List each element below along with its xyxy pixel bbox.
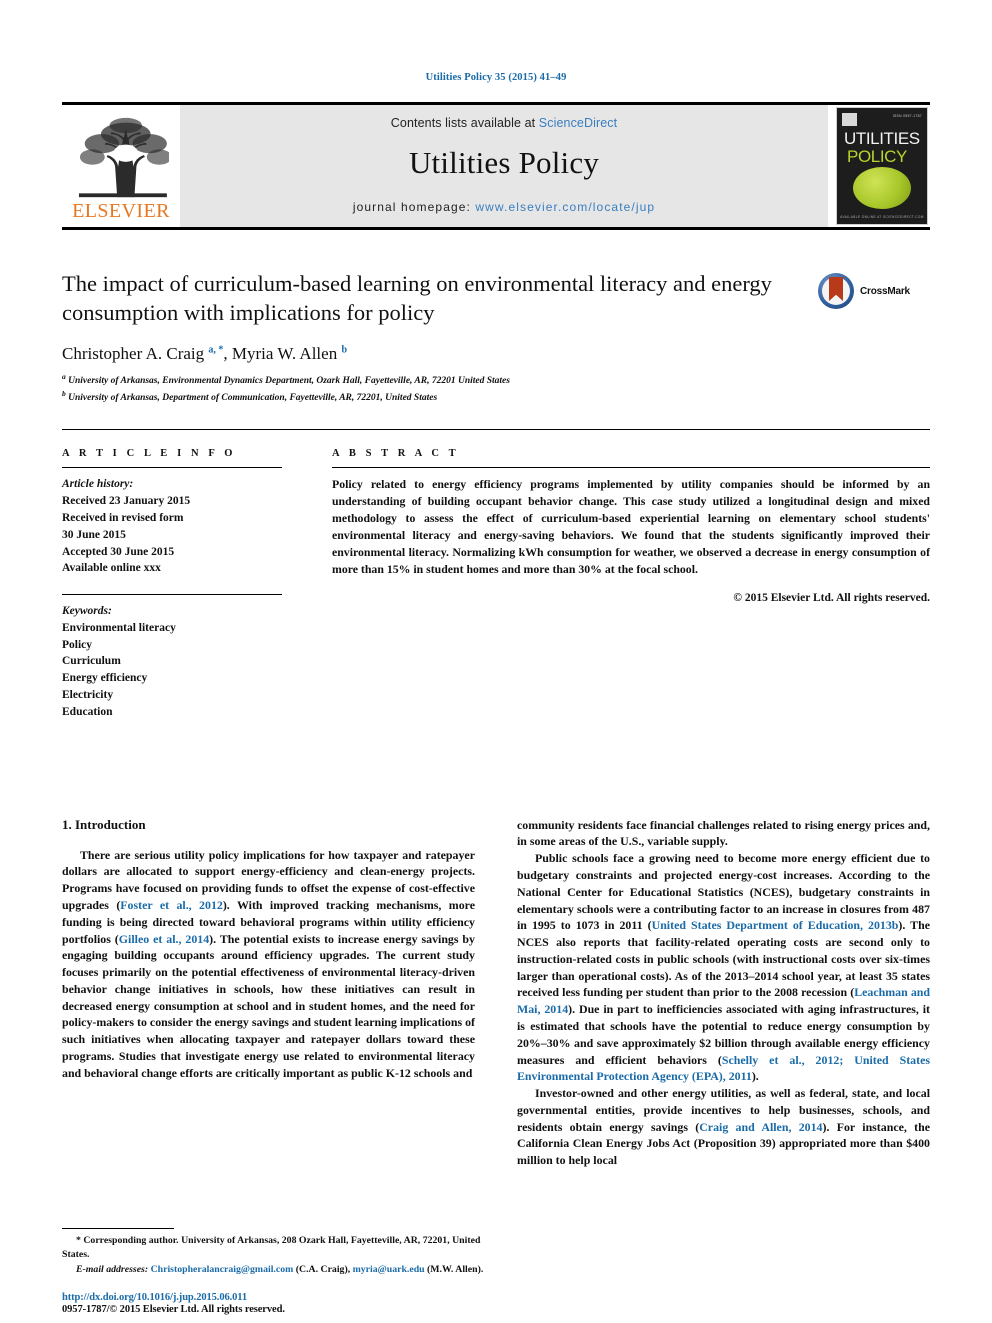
email-owner-2: (M.W. Allen). xyxy=(424,1263,484,1275)
citation-link[interactable]: Craig and Allen, 2014 xyxy=(699,1120,822,1134)
keywords-block: Keywords: Environmental literacy Policy … xyxy=(62,603,282,720)
cover-title-line-1: UTILITIES xyxy=(844,129,920,148)
corresponding-author-note: * Corresponding author. University of Ar… xyxy=(62,1234,492,1263)
page-title: The impact of curriculum-based learning … xyxy=(62,271,772,325)
cover-sphere-graphic xyxy=(853,167,911,209)
corresponding-text: Corresponding author. University of Arka… xyxy=(62,1234,481,1261)
elsevier-logo: ELSEVIER xyxy=(62,105,180,227)
author-list: Christopher A. Craig a, *, Myria W. Alle… xyxy=(62,343,348,363)
elsevier-wordmark: ELSEVIER xyxy=(72,200,170,222)
info-abstract-row: A R T I C L E I N F O Article history: R… xyxy=(62,448,930,720)
doi-link[interactable]: http://dx.doi.org/10.1016/j.jup.2015.06.… xyxy=(62,1292,492,1303)
journal-homepage-line: journal homepage: www.elsevier.com/locat… xyxy=(353,200,655,214)
citation-link[interactable]: Foster et al., 2012 xyxy=(120,898,223,912)
email-owner-1: (C.A. Craig), xyxy=(293,1263,353,1275)
affiliation-list: a University of Arkansas, Environmental … xyxy=(62,372,810,406)
email-link-1[interactable]: Christopheralancraig@gmail.com xyxy=(151,1264,294,1275)
paragraph-right-2: Public schools face a growing need to be… xyxy=(517,850,930,1085)
history-item: Available online xxx xyxy=(62,562,161,575)
journal-title: Utilities Policy xyxy=(408,145,600,180)
footnote-rule xyxy=(62,1227,174,1229)
citation-link[interactable]: Gilleo et al., 2014 xyxy=(119,932,209,946)
paragraph-right-3: Investor-owned and other energy utilitie… xyxy=(517,1085,930,1169)
crossmark-label: CrossMark xyxy=(860,285,910,297)
affiliation-b: b University of Arkansas, Department of … xyxy=(62,388,438,403)
section-heading-introduction: 1. Introduction xyxy=(62,816,146,832)
article-info-rule xyxy=(62,467,282,469)
keyword-item: Curriculum xyxy=(62,655,121,668)
footnote-block: * Corresponding author. University of Ar… xyxy=(62,1227,492,1277)
email-link-2[interactable]: myria@uark.edu xyxy=(353,1264,425,1275)
citation-link[interactable]: United States Department of Education, 2… xyxy=(652,918,899,932)
right-column: community residents face financial chall… xyxy=(517,817,930,1169)
contents-prefix: Contents lists available at xyxy=(390,116,539,130)
elsevier-tree-icon xyxy=(78,117,169,198)
crossmark-badge[interactable]: CrossMark xyxy=(818,272,930,310)
history-item: Received in revised form xyxy=(62,512,184,524)
abstract-copyright: © 2015 Elsevier Ltd. All rights reserved… xyxy=(733,592,930,605)
doi-block: http://dx.doi.org/10.1016/j.jup.2015.06.… xyxy=(62,1292,492,1315)
cover-footer-text: AVAILABLE ONLINE AT SCIENCEDIRECT.COM xyxy=(840,215,924,219)
title-block: The impact of curriculum-based learning … xyxy=(62,270,930,405)
journal-homepage-link[interactable]: www.elsevier.com/locate/jup xyxy=(475,200,655,214)
abstract-rule xyxy=(332,467,930,469)
history-item: 30 June 2015 xyxy=(62,528,126,541)
keyword-item: Education xyxy=(62,705,113,718)
contents-available-line: Contents lists available at ScienceDirec… xyxy=(391,116,617,130)
sciencedirect-link[interactable]: ScienceDirect xyxy=(539,116,617,130)
abstract-heading: A B S T R A C T xyxy=(332,448,460,460)
keyword-item: Electricity xyxy=(62,689,114,702)
text-run: ). xyxy=(751,1069,759,1084)
journal-masthead: ELSEVIER Contents lists available at Sci… xyxy=(62,102,930,230)
paragraph-right-1: community residents face financial chall… xyxy=(517,817,930,849)
masthead-center: Contents lists available at ScienceDirec… xyxy=(180,105,828,227)
affiliation-a-text: University of Arkansas, Environmental Dy… xyxy=(68,375,510,386)
journal-cover-thumbnail: ISSN 0957-1787 UTILITIES POLICY AVAILABL… xyxy=(834,105,930,227)
text-run: ). The potential exists to increase ener… xyxy=(62,931,475,1080)
article-history-label: Article history: xyxy=(62,478,134,491)
header-divider xyxy=(62,429,930,431)
homepage-prefix: journal homepage: xyxy=(352,200,476,214)
history-item: Received 23 January 2015 xyxy=(62,495,191,508)
article-info-column: A R T I C L E I N F O Article history: R… xyxy=(62,448,310,720)
article-info-heading: A R T I C L E I N F O xyxy=(62,448,237,460)
cover-title-line-2: POLICY xyxy=(847,147,907,166)
affiliation-b-text: University of Arkansas, Department of Co… xyxy=(68,392,438,403)
body-columns: 1. Introduction There are serious utilit… xyxy=(62,817,930,1169)
left-column: 1. Introduction There are serious utilit… xyxy=(62,817,475,1169)
abstract-column: A B S T R A C T Policy related to energy… xyxy=(310,448,930,720)
keyword-item: Environmental literacy xyxy=(62,621,176,634)
email-label: E-mail addresses: xyxy=(76,1263,149,1275)
keywords-label: Keywords: xyxy=(62,605,112,618)
keywords-rule xyxy=(62,594,282,596)
article-history-block: Article history: Received 23 January 201… xyxy=(62,476,282,577)
keyword-item: Energy efficiency xyxy=(62,672,148,685)
history-item: Accepted 30 June 2015 xyxy=(62,545,175,558)
abstract-text: Policy related to energy efficiency prog… xyxy=(332,477,930,577)
email-addresses-note: E-mail addresses: Christopheralancraig@g… xyxy=(62,1263,492,1277)
article-page: Utilities Policy 35 (2015) 41–49 ELSEVIE… xyxy=(0,0,992,1323)
issn-copyright-line: 0957-1787/© 2015 Elsevier Ltd. All right… xyxy=(62,1304,285,1315)
cover-corner-tag: ISSN 0957-1787 xyxy=(892,114,922,118)
affiliation-a: a University of Arkansas, Environmental … xyxy=(62,371,510,386)
journal-cover-image: ISSN 0957-1787 UTILITIES POLICY AVAILABL… xyxy=(836,107,928,225)
running-head: Utilities Policy 35 (2015) 41–49 xyxy=(425,72,567,83)
cover-elsevier-mark-icon xyxy=(842,113,857,126)
crossmark-icon xyxy=(818,273,854,309)
keyword-item: Policy xyxy=(62,638,93,651)
paragraph-intro-1: There are serious utility policy implica… xyxy=(62,847,475,1082)
